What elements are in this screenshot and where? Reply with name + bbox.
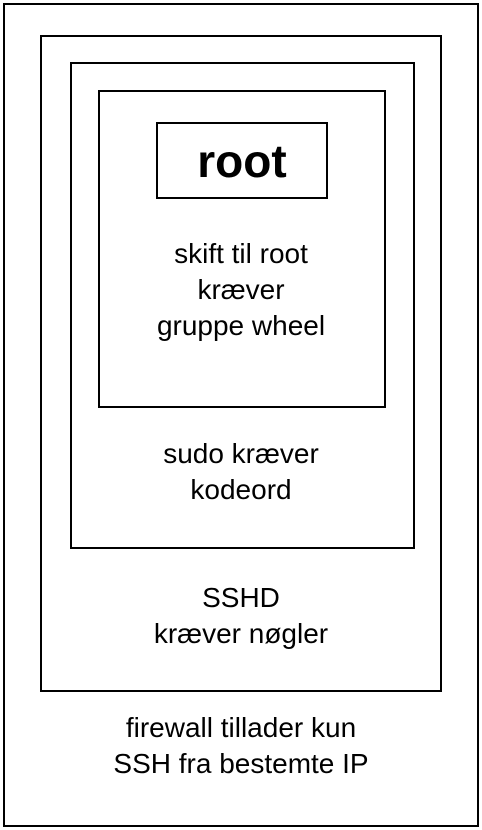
- root-label: root: [197, 134, 287, 187]
- sshd-layer-label: SSHD kræver nøgler: [0, 580, 482, 652]
- sudo-label-line: sudo kræver: [163, 438, 319, 469]
- wheel-label-line: kræver: [197, 274, 285, 305]
- sudo-layer-label: sudo kræver kodeord: [0, 436, 482, 508]
- firewall-layer-label: firewall tillader kun SSH fra bestemte I…: [0, 710, 482, 782]
- root-box: root: [156, 122, 328, 199]
- sshd-label-line: SSHD: [202, 582, 280, 613]
- firewall-label-line: firewall tillader kun: [125, 712, 357, 743]
- sudo-label-line: kodeord: [190, 474, 292, 505]
- wheel-layer-label: skift til root kræver gruppe wheel: [0, 236, 482, 344]
- firewall-label-line: SSH fra bestemte IP: [113, 748, 369, 779]
- wheel-label-line: skift til root: [174, 238, 308, 269]
- sshd-label-line: kræver nøgler: [153, 618, 329, 649]
- wheel-label-line: gruppe wheel: [156, 310, 326, 341]
